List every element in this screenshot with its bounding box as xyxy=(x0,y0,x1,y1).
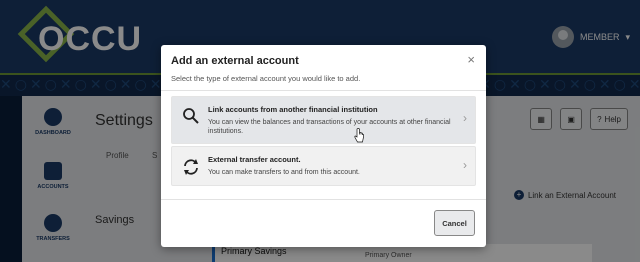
add-external-account-dialog: Add an external account × Select the typ… xyxy=(161,45,486,247)
divider xyxy=(161,199,486,200)
option-title: External transfer account. xyxy=(208,155,301,164)
hand-pointer-cursor-icon xyxy=(354,128,364,143)
transfer-arrows-icon xyxy=(184,159,198,175)
dialog-title: Add an external account xyxy=(171,55,299,67)
search-icon xyxy=(183,108,199,124)
option-external-transfer-account[interactable]: External transfer account. You can make … xyxy=(171,146,476,186)
option-description: You can view the balances and transactio… xyxy=(208,119,451,135)
option-title: Link accounts from another financial ins… xyxy=(208,105,378,114)
option-link-financial-institution[interactable]: Link accounts from another financial ins… xyxy=(171,96,476,144)
option-description: You can make transfers to and from this … xyxy=(208,169,360,176)
chevron-right-icon: › xyxy=(463,158,467,172)
dialog-subtitle: Select the type of external account you … xyxy=(171,74,361,83)
chevron-right-icon: › xyxy=(463,111,467,125)
close-icon[interactable]: × xyxy=(467,53,475,66)
divider xyxy=(161,90,486,91)
cancel-button[interactable]: Cancel xyxy=(434,210,475,236)
